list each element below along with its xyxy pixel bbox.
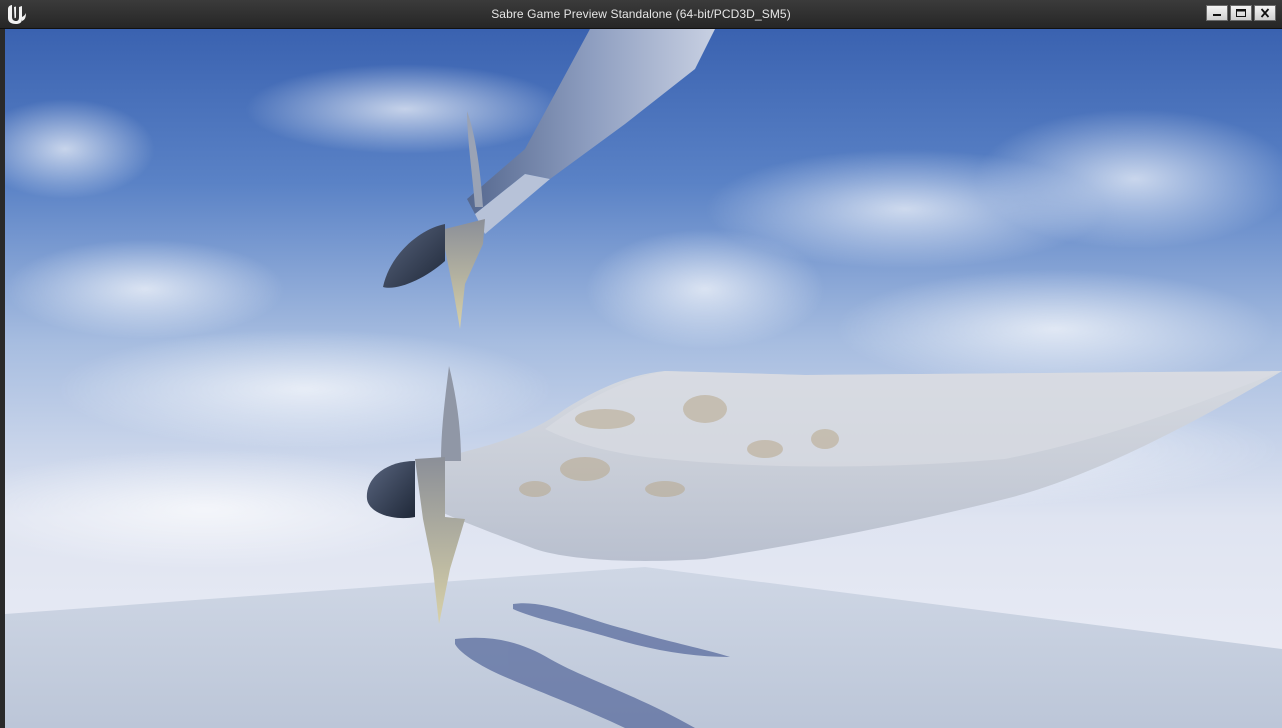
close-icon xyxy=(1260,8,1270,18)
game-viewport[interactable] xyxy=(5,29,1282,728)
minimize-button[interactable] xyxy=(1206,5,1228,21)
maximize-button[interactable] xyxy=(1230,5,1252,21)
window-controls xyxy=(1206,5,1276,21)
game-window: Sabre Game Preview Standalone (64-bit/PC… xyxy=(0,0,1282,728)
minimize-icon xyxy=(1213,14,1221,16)
maximize-icon xyxy=(1236,9,1246,17)
window-title: Sabre Game Preview Standalone (64-bit/PC… xyxy=(491,7,791,21)
close-button[interactable] xyxy=(1254,5,1276,21)
title-bar[interactable]: Sabre Game Preview Standalone (64-bit/PC… xyxy=(0,0,1282,29)
scene-canvas xyxy=(5,29,1282,728)
unreal-engine-logo-icon xyxy=(8,5,26,24)
